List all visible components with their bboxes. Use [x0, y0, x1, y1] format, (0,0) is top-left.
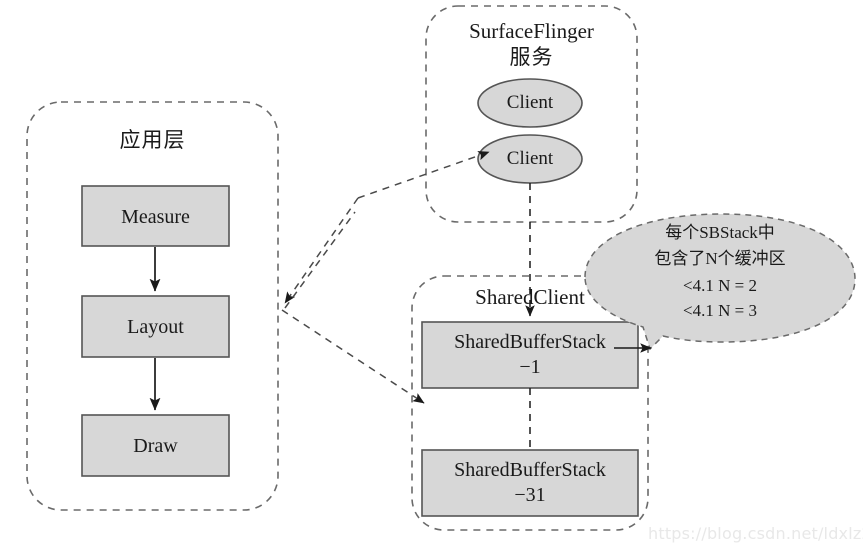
- sharedbufferstack-1-label-line1: SharedBufferStack: [454, 331, 606, 353]
- callout-line-2: 包含了N个缓冲区: [654, 249, 786, 268]
- diagram-canvas: 应用层 Measure Layout Draw SurfaceFlinger 服…: [0, 0, 863, 550]
- callout-line-1: 每个SBStack中: [665, 223, 775, 242]
- callout-line-3: <4.1 N = 2: [683, 276, 757, 295]
- callout-line-4: <4.1 N = 3: [683, 301, 757, 320]
- sharedbufferstack-31-label-line1: SharedBufferStack: [454, 459, 606, 481]
- draw-box-label: Draw: [133, 435, 178, 457]
- connector-app-to-client: [357, 151, 490, 199]
- connector-hub-to-sharedclient: [281, 309, 425, 404]
- watermark-text: https://blog.csdn.net/ldxlz224: [648, 524, 863, 543]
- client-node-2-label: Client: [506, 148, 554, 169]
- connector-client-to-app: [284, 197, 359, 304]
- sharedbufferstack-31-label-line2: −31: [514, 484, 546, 506]
- app-layer-title: 应用层: [119, 128, 186, 152]
- layout-box-label: Layout: [127, 316, 184, 338]
- connector-app-to-sharedclient-hub: [284, 211, 356, 309]
- client-node-1-label: Client: [506, 92, 554, 113]
- sharedbufferstack-1-label-line2: −1: [519, 356, 541, 378]
- measure-box-label: Measure: [121, 206, 190, 228]
- surfaceflinger-title-cn: 服务: [509, 45, 554, 69]
- surfaceflinger-title: SurfaceFlinger: [469, 19, 594, 43]
